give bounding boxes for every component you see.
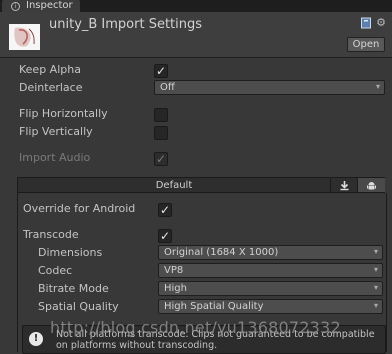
- platform-tab-bar: Default: [17, 177, 385, 193]
- inspector-header: unity_B Import Settings ⚙ Open: [0, 12, 392, 58]
- import-audio-label: Import Audio: [19, 151, 91, 164]
- tab-label: Inspector: [26, 0, 73, 11]
- flip-horizontally-checkbox[interactable]: [154, 108, 168, 122]
- dropdown-arrow-icon: ▾: [375, 82, 380, 91]
- bitrate-mode-dropdown[interactable]: High ▾: [158, 281, 383, 296]
- override-android-row: Override for Android ✓: [0, 200, 392, 218]
- spatial-quality-dropdown[interactable]: High Spatial Quality ▾: [158, 299, 383, 314]
- page-title: unity_B Import Settings: [49, 17, 203, 32]
- open-button[interactable]: Open: [347, 37, 385, 52]
- deinterlace-value: Off: [160, 82, 175, 93]
- deinterlace-row: Deinterlace Off ▾: [0, 79, 392, 97]
- override-android-checkbox[interactable]: ✓: [158, 203, 172, 217]
- dimensions-label: Dimensions: [38, 246, 103, 259]
- transcode-checkbox[interactable]: ✓: [158, 229, 172, 243]
- dimensions-value: Original (1684 X 1000): [164, 247, 279, 258]
- override-android-label: Override for Android: [23, 202, 136, 215]
- info-icon: i: [11, 2, 20, 11]
- flip-horizontally-row: Flip Horizontally: [0, 105, 392, 123]
- flip-horizontally-label: Flip Horizontally: [19, 107, 108, 120]
- deinterlace-label: Deinterlace: [19, 81, 83, 94]
- dropdown-arrow-icon: ▾: [373, 247, 378, 256]
- dimensions-row: Dimensions Original (1684 X 1000) ▾: [0, 244, 392, 262]
- codec-label: Codec: [38, 264, 73, 277]
- dimensions-dropdown[interactable]: Original (1684 X 1000) ▾: [158, 245, 383, 260]
- import-audio-row: Import Audio ✓: [0, 149, 392, 167]
- bitrate-mode-label: Bitrate Mode: [38, 282, 109, 295]
- gear-icon[interactable]: ⚙: [375, 17, 387, 29]
- bitrate-mode-row: Bitrate Mode High ▾: [0, 280, 392, 298]
- flip-vertically-label: Flip Vertically: [19, 125, 93, 138]
- keep-alpha-checkbox[interactable]: ✓: [154, 64, 168, 78]
- dropdown-arrow-icon: ▾: [373, 265, 378, 274]
- transcode-label: Transcode: [23, 228, 79, 241]
- codec-value: VP8: [164, 265, 184, 276]
- warning-icon: !: [29, 332, 43, 346]
- watermark: http://blog.csdn.net/yu1368072332: [50, 318, 341, 337]
- import-audio-checkbox: ✓: [154, 152, 168, 166]
- tab-bar: i Inspector: [0, 0, 392, 12]
- keep-alpha-label: Keep Alpha: [19, 63, 81, 76]
- spatial-quality-row: Spatial Quality High Spatial Quality ▾: [0, 298, 392, 316]
- deinterlace-dropdown[interactable]: Off ▾: [154, 80, 385, 95]
- transcode-row: Transcode ✓: [0, 226, 392, 244]
- dropdown-arrow-icon: ▾: [373, 301, 378, 310]
- spatial-quality-value: High Spatial Quality: [164, 301, 264, 312]
- asset-thumbnail: [9, 24, 40, 50]
- keep-alpha-row: Keep Alpha ✓: [0, 61, 392, 79]
- platform-default-tab[interactable]: Default: [18, 178, 330, 192]
- dropdown-arrow-icon: ▾: [373, 283, 378, 292]
- spatial-quality-label: Spatial Quality: [38, 300, 119, 313]
- codec-dropdown[interactable]: VP8 ▾: [158, 263, 383, 278]
- download-icon[interactable]: [330, 178, 358, 192]
- tab-inspector[interactable]: i Inspector: [2, 0, 80, 12]
- flip-vertically-row: Flip Vertically: [0, 123, 392, 141]
- bitrate-mode-value: High: [164, 283, 187, 294]
- book-icon[interactable]: [360, 17, 372, 29]
- android-icon[interactable]: [357, 178, 385, 192]
- flip-vertically-checkbox[interactable]: [154, 126, 168, 140]
- codec-row: Codec VP8 ▾: [0, 262, 392, 280]
